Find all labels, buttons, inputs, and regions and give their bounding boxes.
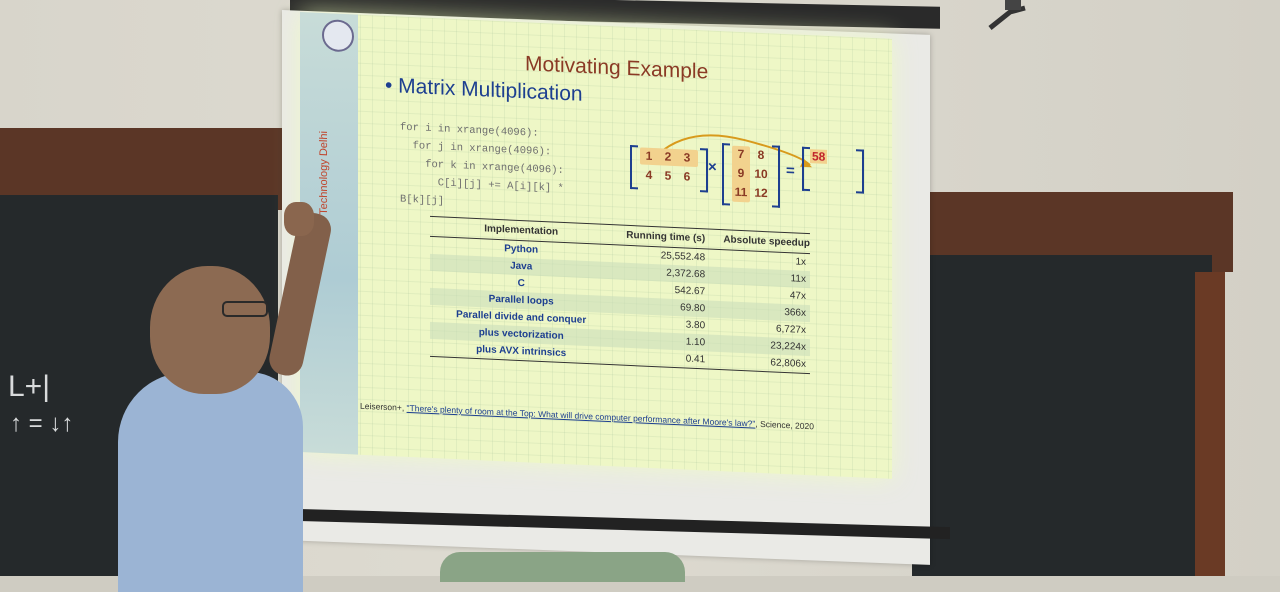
matrix-a-right-bracket	[700, 148, 708, 193]
equals-symbol: =	[786, 162, 795, 180]
chalk-marks: L+|	[8, 370, 50, 403]
matrix-cell: 4	[645, 167, 653, 182]
matrix-b: 7 8 9 10 11 12	[722, 143, 780, 208]
slide-bullet: • Matrix Multiplication	[385, 73, 583, 106]
right-blackboard	[912, 255, 1212, 576]
matrix-cell: 7	[737, 146, 745, 162]
matrix-a: 1 2 3 4 5 6	[630, 144, 710, 193]
matrix-b-right-bracket	[772, 145, 780, 208]
result-cell: 58	[810, 149, 828, 164]
chalk-marks-2: ↑ = ↓↑	[10, 410, 74, 437]
speedup-cell: 62,806x	[711, 351, 810, 374]
matrix-cell: 9	[737, 165, 745, 181]
matrix-a-left-bracket	[630, 144, 638, 190]
presenter-head	[150, 266, 270, 394]
matrix-cell: 8	[757, 147, 765, 163]
bag-strap	[440, 552, 685, 582]
time-cell: 0.41	[612, 347, 712, 370]
matrix-cell: 10	[754, 166, 768, 182]
matrix-cell: 2	[664, 149, 672, 164]
slide-title: Motivating Example	[525, 52, 709, 84]
code-block: for i in xrange(4096): for j in xrange(4…	[400, 119, 564, 216]
iit-logo-icon	[322, 18, 354, 53]
citation-prefix: Leiserson+,	[360, 400, 407, 413]
matrix-cell: 1	[645, 148, 653, 163]
projector-mount-icon	[988, 0, 1026, 30]
citation-link[interactable]: "There's plenty of room at the Top: What…	[407, 403, 756, 429]
result-right-bracket	[856, 149, 864, 194]
ribbon-text: of Technology Delhi	[318, 130, 330, 228]
glasses-icon	[222, 301, 268, 317]
times-symbol: ×	[708, 158, 717, 176]
result-left-bracket	[802, 146, 810, 192]
matrix-cell: 3	[683, 150, 691, 165]
citation: Leiserson+, "There's plenty of room at t…	[360, 401, 814, 432]
presenter-hand	[284, 202, 314, 236]
matrix-cell: 11	[734, 184, 748, 200]
performance-table: Implementation Running time (s) Absolute…	[430, 216, 810, 374]
matrix-cell: 12	[754, 185, 768, 201]
matrix-cell: 6	[683, 169, 691, 184]
citation-suffix: , Science, 2020	[755, 418, 814, 432]
matrix-cell: 5	[664, 168, 672, 183]
matrix-b-left-bracket	[722, 143, 730, 206]
right-board-frame	[1195, 272, 1225, 576]
projected-slide: of Technology Delhi Motivating Example •…	[300, 12, 892, 479]
matrix-result: 58	[802, 146, 864, 194]
presenter-shirt	[118, 372, 303, 592]
